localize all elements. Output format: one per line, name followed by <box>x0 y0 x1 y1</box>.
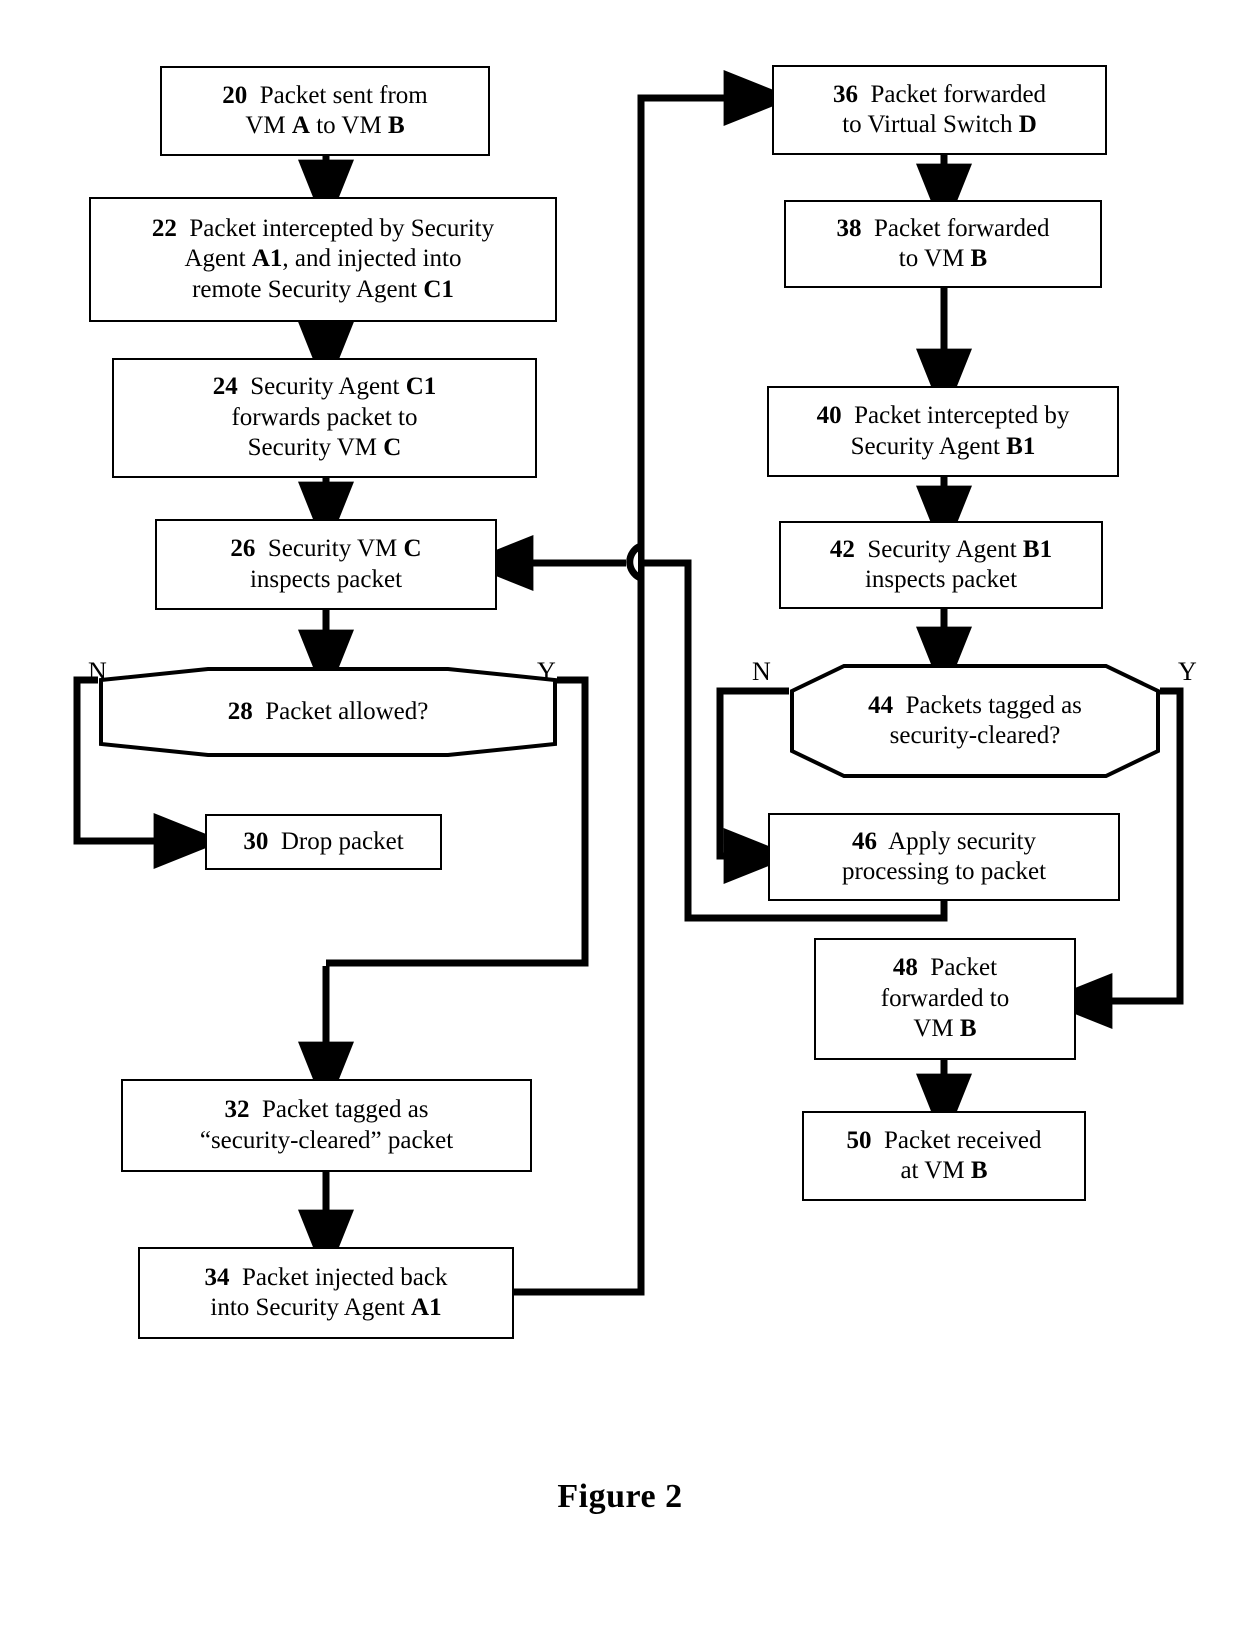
node-42-line2: inspects packet <box>864 566 1018 593</box>
branch-label-right-yes: Y <box>1178 657 1197 686</box>
node-20-line1: Packet sent from <box>259 81 428 109</box>
node-44-line1: Packets tagged as <box>905 691 1082 719</box>
node-22-line2: Agent A1, and injected into <box>184 245 462 273</box>
node-40-number: 40 <box>816 402 842 429</box>
node-38-line1: Packet forwarded <box>873 214 1050 242</box>
node-22-line1: Packet intercepted by Security <box>189 214 495 242</box>
node-32: 32 Packet tagged as “security-cleared” p… <box>121 1079 532 1172</box>
node-48-number: 48 <box>892 954 918 982</box>
node-36-number: 36 <box>832 80 858 108</box>
node-36-line1: Packet forwarded <box>870 80 1047 108</box>
node-26: 26 Security VM C inspects packet <box>155 519 497 610</box>
node-38-number: 38 <box>836 214 862 242</box>
node-30: 30 Drop packet <box>205 814 442 870</box>
node-24: 24 Security Agent C1 forwards packet to … <box>112 358 537 478</box>
node-34-number: 34 <box>204 1263 230 1291</box>
node-50: 50 Packet received at VM B <box>802 1111 1086 1201</box>
node-48-line3: VM B <box>913 1015 977 1043</box>
node-20-line2: VM A to VM B <box>245 112 405 139</box>
node-26-number: 26 <box>230 535 256 562</box>
node-28-number: 28 <box>227 697 253 725</box>
node-30-number: 30 <box>243 827 269 855</box>
node-22: 22 Packet intercepted by Security Agent … <box>89 197 557 322</box>
node-24-number: 24 <box>212 373 238 401</box>
node-34: 34 Packet injected back into Security Ag… <box>138 1247 514 1339</box>
node-38: 38 Packet forwarded to VM B <box>784 200 1102 288</box>
node-32-line1: Packet tagged as <box>261 1096 429 1123</box>
branch-label-left-no: N <box>88 657 107 686</box>
node-36-line2: to Virtual Switch D <box>842 111 1037 138</box>
node-44-number: 44 <box>868 691 894 719</box>
node-46: 46 Apply security processing to packet <box>768 813 1120 901</box>
node-40: 40 Packet intercepted by Security Agent … <box>767 386 1119 477</box>
node-44-line2: security-cleared? <box>889 722 1061 749</box>
node-46-number: 46 <box>851 827 877 855</box>
node-44-decision: 44 Packets tagged as security-cleared? <box>789 663 1161 779</box>
node-26-line2: inspects packet <box>249 565 403 593</box>
node-40-line2: Security Agent B1 <box>850 432 1036 460</box>
figure-caption: Figure 2 <box>557 1478 683 1515</box>
node-42-line1: Security Agent B1 <box>867 535 1053 563</box>
node-38-line2: to VM B <box>898 245 988 272</box>
node-24-line2: forwards packet to <box>231 403 418 431</box>
node-50-line2: at VM B <box>900 1157 988 1184</box>
node-20-number: 20 <box>222 81 248 109</box>
flowchart-canvas: 20 Packet sent from VM A to VM B 22 Pack… <box>0 0 1240 1627</box>
node-46-line2: processing to packet <box>841 858 1047 885</box>
node-46-line1: Apply security <box>888 827 1036 855</box>
node-22-line3: remote Security Agent C1 <box>192 275 454 303</box>
node-28-decision: 28 Packet allowed? <box>98 666 558 758</box>
node-42: 42 Security Agent B1 inspects packet <box>779 521 1103 609</box>
node-42-number: 42 <box>829 535 855 563</box>
node-30-line1: Drop packet <box>280 827 404 855</box>
node-26-line1: Security VM C <box>267 535 422 562</box>
branch-label-left-yes: Y <box>537 657 556 686</box>
node-48-line1: Packet <box>930 954 998 982</box>
node-34-line1: Packet injected back <box>242 1263 448 1291</box>
node-50-number: 50 <box>846 1126 872 1154</box>
node-48-line2: forwarded to <box>880 984 1010 1012</box>
node-32-number: 32 <box>224 1096 250 1123</box>
node-32-line2: “security-cleared” packet <box>199 1126 454 1154</box>
node-28-line1: Packet allowed? <box>265 697 429 725</box>
node-48: 48 Packet forwarded to VM B <box>814 938 1076 1060</box>
node-24-line1: Security Agent C1 <box>250 373 437 401</box>
node-36: 36 Packet forwarded to Virtual Switch D <box>772 65 1107 155</box>
node-40-line1: Packet intercepted by <box>854 402 1070 429</box>
node-22-number: 22 <box>151 214 177 242</box>
node-24-line3: Security VM C <box>247 434 402 462</box>
node-50-line1: Packet received <box>883 1126 1042 1154</box>
branch-label-right-no: N <box>752 657 771 686</box>
node-34-line2: into Security Agent A1 <box>210 1294 442 1321</box>
node-20: 20 Packet sent from VM A to VM B <box>160 66 490 156</box>
